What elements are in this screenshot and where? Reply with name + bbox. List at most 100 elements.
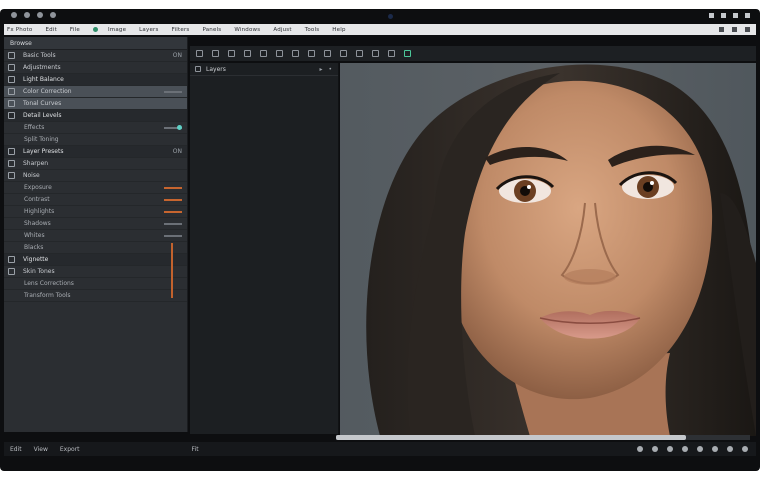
zoom-tool-icon[interactable]	[324, 50, 331, 57]
row-label: Sharpen	[23, 160, 49, 167]
rotate-tool-icon[interactable]	[356, 50, 363, 57]
user-icon[interactable]	[745, 12, 750, 18]
tool-icon	[8, 112, 15, 119]
slider-knob[interactable]	[177, 124, 182, 130]
row-label: Transform Tools	[24, 292, 71, 299]
tool-icon	[8, 76, 15, 83]
move-tool-icon[interactable]	[196, 50, 203, 57]
menu-edit[interactable]: Edit	[45, 27, 56, 33]
panel-row[interactable]: Whites	[4, 230, 187, 242]
crop-tool-icon[interactable]	[212, 50, 219, 57]
more-icon[interactable]	[742, 446, 748, 452]
tool-icon	[8, 172, 15, 179]
panel-row[interactable]: Sharpen	[4, 158, 187, 170]
row-label: Noise	[23, 172, 40, 179]
menu-image[interactable]: Image	[108, 27, 126, 33]
fullscreen-icon[interactable]	[682, 446, 688, 452]
bottom-view-label[interactable]: View	[34, 446, 48, 453]
bottom-bar: Edit View Export Fit	[4, 442, 756, 456]
info-icon[interactable]	[697, 446, 703, 452]
row-slider[interactable]	[164, 198, 182, 201]
panel-row-selected[interactable]: Tonal Curves	[4, 98, 187, 110]
panel-row[interactable]: Detail Levels	[4, 110, 187, 122]
panel-row[interactable]: Exposure	[4, 182, 187, 194]
eraser-tool-icon[interactable]	[244, 50, 251, 57]
redo-icon[interactable]	[388, 50, 395, 57]
panel-row[interactable]: Shadows	[4, 218, 187, 230]
row-label: Exposure	[24, 184, 52, 191]
panel-row[interactable]: Basic Tools ON	[4, 50, 187, 62]
panel-row[interactable]: Light Balance	[4, 74, 187, 86]
menu-windows[interactable]: Windows	[234, 27, 260, 33]
row-label: Layer Presets	[23, 148, 64, 155]
menu-file[interactable]: File	[70, 27, 80, 33]
heal-tool-icon[interactable]	[260, 50, 267, 57]
panel-row[interactable]: Effects	[4, 122, 187, 134]
row-label: Basic Tools	[23, 52, 56, 59]
bell-icon[interactable]	[719, 27, 724, 32]
row-slider[interactable]	[164, 124, 182, 130]
menu-tools[interactable]: Tools	[305, 27, 320, 33]
wifi-icon	[709, 12, 714, 18]
share-icon[interactable]	[732, 27, 737, 32]
panel-row[interactable]: Layer Presets ON	[4, 146, 187, 158]
adjustments-panel: Browse Basic Tools ON Adjustments Light B…	[4, 37, 188, 432]
export-icon[interactable]	[404, 50, 411, 57]
brush-tool-icon[interactable]	[228, 50, 235, 57]
panel-row[interactable]: Noise	[4, 170, 187, 182]
system-icon	[11, 12, 17, 18]
panel-row[interactable]: Contrast	[4, 194, 187, 206]
system-bar	[4, 9, 756, 21]
panel-row[interactable]: Blacks	[4, 242, 187, 254]
row-label: Split Toning	[24, 136, 59, 143]
row-label: Effects	[24, 124, 45, 131]
row-slider[interactable]	[164, 234, 182, 237]
zoom-in-icon[interactable]	[637, 446, 643, 452]
close-icon[interactable]	[745, 27, 750, 32]
tool-icon	[8, 148, 15, 155]
row-value: ON	[172, 52, 182, 59]
panel-menu-icon[interactable]: ▸	[319, 66, 322, 73]
text-tool-icon[interactable]	[292, 50, 299, 57]
menu-app-name[interactable]: Fx Photo	[7, 27, 32, 33]
histogram-icon[interactable]	[727, 446, 733, 452]
tool-icon	[8, 256, 15, 263]
menu-help[interactable]: Help	[332, 27, 345, 33]
panel-title: Layers	[206, 65, 226, 73]
panel-row[interactable]: Adjustments	[4, 62, 187, 74]
panel-title: Browse	[4, 37, 187, 50]
bottom-fit-label[interactable]: Fit	[192, 446, 199, 453]
clone-tool-icon[interactable]	[276, 50, 283, 57]
panel-row[interactable]: Skin Tones	[4, 266, 187, 278]
hand-tool-icon[interactable]	[340, 50, 347, 57]
panel-row[interactable]: Transform Tools	[4, 290, 187, 302]
panel-row[interactable]: Highlights	[4, 206, 187, 218]
menu-panels[interactable]: Panels	[202, 27, 221, 33]
bottom-edit-label[interactable]: Edit	[10, 446, 22, 453]
undo-icon[interactable]	[372, 50, 379, 57]
panel-row[interactable]: Vignette	[4, 254, 187, 266]
panel-row-selected[interactable]: Color Correction	[4, 86, 187, 98]
menu-filters[interactable]: Filters	[172, 27, 190, 33]
panel-options-icon[interactable]: •	[328, 66, 332, 73]
horizontal-scrollbar-thumb[interactable]	[336, 435, 686, 440]
panel-row[interactable]: Lens Corrections	[4, 278, 187, 290]
settings-icon[interactable]	[733, 12, 738, 18]
row-slider[interactable]	[164, 186, 182, 189]
tool-icon	[8, 268, 15, 275]
photo-canvas[interactable]	[340, 63, 756, 436]
row-slider[interactable]	[164, 222, 182, 225]
zoom-out-icon[interactable]	[652, 446, 658, 452]
tool-icon	[8, 100, 15, 107]
row-slider[interactable]	[164, 90, 182, 93]
panel-row[interactable]: Split Toning	[4, 134, 187, 146]
row-label: Tonal Curves	[23, 100, 62, 107]
fit-icon[interactable]	[667, 446, 673, 452]
compare-icon[interactable]	[712, 446, 718, 452]
row-label: Contrast	[24, 196, 50, 203]
shape-tool-icon[interactable]	[308, 50, 315, 57]
menu-adjust[interactable]: Adjust	[273, 27, 291, 33]
menu-layers[interactable]: Layers	[139, 27, 158, 33]
row-slider[interactable]	[164, 210, 182, 213]
bottom-export-label[interactable]: Export	[60, 446, 80, 453]
